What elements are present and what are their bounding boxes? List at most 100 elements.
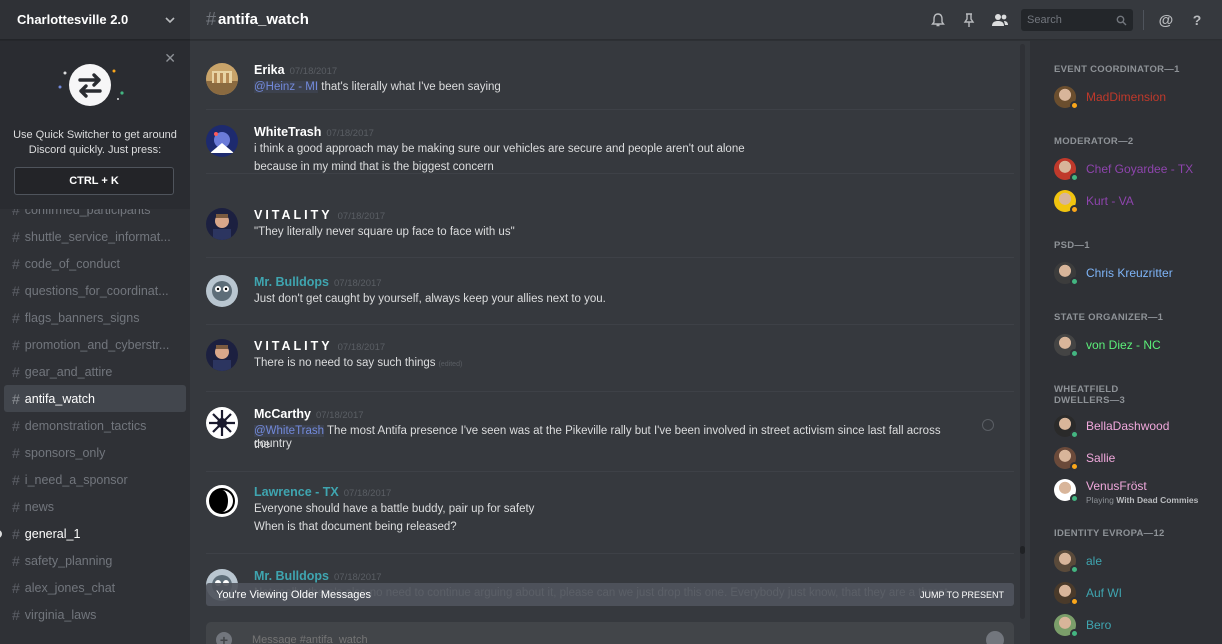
avatar[interactable]: [1054, 447, 1079, 471]
member-item[interactable]: Sallie: [1054, 447, 1219, 471]
channel-safety-planning[interactable]: # safety_planning: [4, 547, 186, 574]
channel-title: antifa_watch: [218, 11, 309, 28]
upload-plus-icon[interactable]: +: [216, 632, 232, 644]
message-text: When is that document being released?: [254, 520, 954, 534]
older-messages-bar: You're Viewing Older Messages JUMP TO PR…: [206, 583, 1014, 606]
older-messages-label: You're Viewing Older Messages: [216, 588, 371, 601]
members-icon[interactable]: [987, 10, 1013, 30]
message-author[interactable]: Erika: [254, 63, 285, 77]
member-item[interactable]: Chef Goyardee - TX: [1054, 158, 1219, 182]
channel-sponsors-only[interactable]: # sponsors_only: [4, 439, 186, 466]
member-name: von Diez - NC: [1086, 338, 1161, 352]
user-mention[interactable]: @WhiteTrash: [254, 425, 325, 437]
message-header: Mr. Bulldops 07/18/2017: [254, 275, 382, 289]
help-icon[interactable]: ?: [1184, 10, 1210, 30]
member-item[interactable]: BellaDashwood: [1054, 415, 1219, 439]
bell-icon[interactable]: [925, 10, 951, 30]
channel-news[interactable]: # news: [4, 493, 186, 520]
message-content: There is no need to say such things: [254, 357, 436, 369]
member-list: EVENT COORDINATOR—1 MadDimension MODERATOR…: [1030, 41, 1222, 644]
at-icon[interactable]: @: [1153, 10, 1179, 30]
member-item[interactable]: Chris Kreuzritter: [1054, 262, 1219, 286]
avatar[interactable]: [1054, 334, 1079, 358]
avatar[interactable]: [1054, 550, 1079, 574]
chat-header: # antifa_watch Search @ ?: [190, 0, 1222, 40]
avatar[interactable]: [1054, 86, 1079, 110]
channel-label: demonstration_tactics: [24, 418, 147, 433]
avatar[interactable]: [206, 208, 238, 240]
channel-label: promotion_and_cyberstr...: [24, 337, 170, 352]
activity-name: With Dead Commies: [1116, 495, 1199, 505]
scrollbar-thumb[interactable]: [1020, 546, 1025, 554]
avatar[interactable]: [206, 407, 238, 439]
search-input[interactable]: Search: [1021, 9, 1133, 31]
avatar[interactable]: [206, 125, 238, 157]
emoji-picker-icon[interactable]: [986, 631, 1004, 644]
message-author[interactable]: Mr. Bulldops: [254, 569, 329, 583]
member-item[interactable]: von Diez - NC: [1054, 334, 1219, 358]
member-item[interactable]: VenusFröst Playing With Dead Commies: [1054, 479, 1219, 505]
channel-promotion-and-cyberstr[interactable]: # promotion_and_cyberstr...: [4, 331, 186, 358]
message-author[interactable]: VITALITY: [254, 339, 333, 353]
avatar[interactable]: [1054, 415, 1079, 439]
channel-i-need-a-sponsor[interactable]: # i_need_a_sponsor: [4, 466, 186, 493]
status-idle-icon: [1070, 462, 1079, 471]
close-icon[interactable]: ✕: [164, 51, 176, 65]
channel-alex-jones-chat[interactable]: # alex_jones_chat: [4, 574, 186, 601]
member-item[interactable]: Auf WI: [1054, 582, 1219, 606]
member-name: MadDimension: [1086, 90, 1167, 104]
avatar[interactable]: [206, 63, 238, 95]
channel-demonstration-tactics[interactable]: # demonstration_tactics: [4, 412, 186, 439]
channel-general-1[interactable]: # general_1: [0, 520, 186, 547]
message-text: because in my mind that is the biggest c…: [254, 160, 954, 174]
message-text: Just don't get caught by yourself, alway…: [254, 292, 954, 306]
channel-virginia-laws[interactable]: # virginia_laws: [4, 601, 186, 628]
avatar[interactable]: [206, 275, 238, 307]
message-timestamp: 07/18/2017: [334, 572, 382, 583]
message-author[interactable]: McCarthy: [254, 407, 311, 421]
message-input[interactable]: [252, 634, 952, 644]
message-group: VITALITY 07/18/2017 "They literally never …: [206, 208, 1014, 278]
avatar[interactable]: [1054, 158, 1079, 182]
avatar[interactable]: [206, 339, 238, 371]
message-timestamp: 07/18/2017: [334, 278, 382, 289]
message-content: that's literally what I've been saying: [318, 81, 501, 93]
channel-gear-and-attire[interactable]: # gear_and_attire: [4, 358, 186, 385]
message-timestamp: 07/18/2017: [326, 128, 374, 139]
message-text: "They literally never square up face to …: [254, 225, 954, 239]
add-reaction-icon[interactable]: [982, 419, 994, 431]
quick-switcher-hint-line1: Use Quick Switcher to get around: [13, 129, 177, 141]
avatar[interactable]: [206, 485, 238, 517]
channel-code-of-conduct[interactable]: # code_of_conduct: [4, 250, 186, 277]
message-author[interactable]: VITALITY: [254, 208, 333, 222]
member-item[interactable]: MadDimension: [1054, 86, 1219, 110]
member-item[interactable]: Kurt - VA: [1054, 190, 1219, 214]
avatar[interactable]: [1054, 190, 1079, 214]
user-mention[interactable]: @Heinz - MI: [254, 81, 319, 93]
channel-hash-icon: #: [12, 228, 20, 245]
message-header: Erika 07/18/2017: [254, 63, 337, 77]
channel-flags-banners-signs[interactable]: # flags_banners_signs: [4, 304, 186, 331]
message-author[interactable]: Mr. Bulldops: [254, 275, 329, 289]
chevron-down-icon[interactable]: [164, 14, 176, 26]
avatar[interactable]: [1054, 582, 1079, 606]
message-author[interactable]: Lawrence - TX: [254, 485, 339, 499]
channel-questions-for-coordinat[interactable]: # questions_for_coordinat...: [4, 277, 186, 304]
avatar[interactable]: [1054, 479, 1079, 503]
avatar[interactable]: [1054, 262, 1079, 286]
member-item[interactable]: Bero: [1054, 614, 1219, 638]
message-group: Mr. Bulldops 07/18/2017 Just don't get cau…: [206, 275, 1014, 345]
pin-icon[interactable]: [956, 10, 982, 30]
member-name: Sallie: [1086, 451, 1116, 465]
scrollbar-track[interactable]: [1020, 44, 1025, 619]
role-header: MODERATOR—2: [1054, 136, 1134, 147]
member-item[interactable]: ale: [1054, 550, 1219, 574]
message-author[interactable]: WhiteTrash: [254, 125, 321, 139]
channel-antifa-watch[interactable]: # antifa_watch: [4, 385, 186, 412]
channel-hash-icon: #: [12, 498, 20, 515]
jump-to-present-button[interactable]: JUMP TO PRESENT: [920, 590, 1004, 600]
shortcut-key[interactable]: CTRL + K: [14, 167, 174, 195]
server-header[interactable]: Charlottesville 2.0: [0, 0, 190, 40]
avatar[interactable]: [1054, 614, 1079, 638]
channel-shuttle-service-informat[interactable]: # shuttle_service_informat...: [4, 223, 186, 250]
